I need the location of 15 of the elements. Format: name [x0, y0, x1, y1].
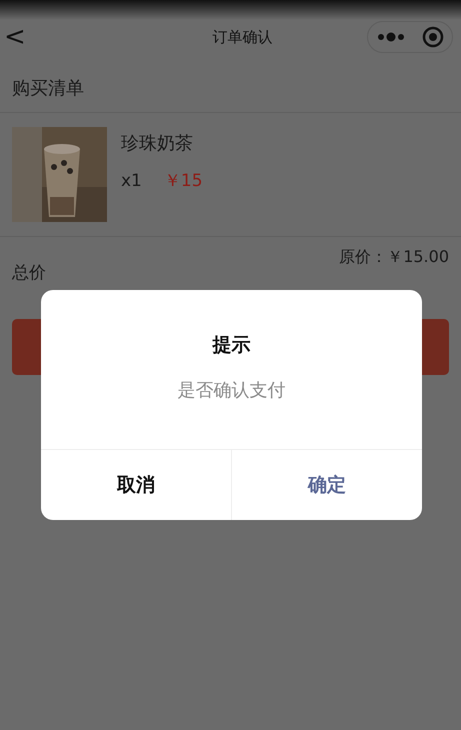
page-title: 订单确认	[212, 28, 272, 46]
close-icon[interactable]	[422, 26, 444, 48]
confirm-button[interactable]: 确定	[231, 450, 422, 520]
dialog-title: 提示	[211, 333, 252, 358]
back-icon[interactable]: <	[4, 24, 28, 50]
capsule-menu[interactable]	[367, 21, 453, 53]
product-name: 珍珠奶茶	[121, 132, 194, 155]
quantity: x1	[121, 171, 142, 191]
original-price: 原价：￥15.00	[339, 247, 449, 268]
cancel-button[interactable]: 取消	[41, 450, 231, 520]
section-title: 购买清单	[0, 54, 461, 113]
total-label: 总价	[12, 262, 46, 281]
dialog-message: 是否确认支付	[176, 379, 286, 402]
more-icon[interactable]	[376, 32, 404, 42]
price: ￥15	[164, 170, 203, 192]
